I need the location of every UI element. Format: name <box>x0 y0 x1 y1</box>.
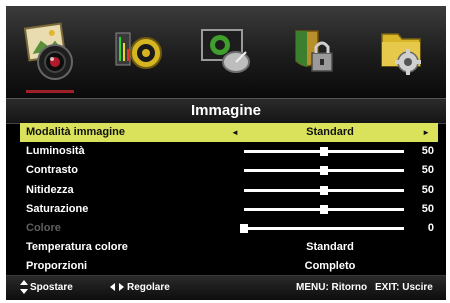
adjust-hint-label: Regolare <box>127 282 170 293</box>
color-slider-knob <box>240 223 248 233</box>
saturation-slider[interactable] <box>244 204 404 214</box>
sound-icon <box>115 32 162 69</box>
aspect-ratio-value: Completo <box>304 260 356 273</box>
sharpness-value: 50 <box>421 183 434 196</box>
picture-mode-label: Modalità immagine <box>26 126 126 138</box>
contrast-label: Contrasto <box>26 164 78 177</box>
up-down-arrows-icon <box>20 280 28 295</box>
sharpness-label: Nitidezza <box>26 183 74 196</box>
menu-title: Immagine <box>6 98 446 124</box>
footer-hints: Spostare Regolare MENU: Ritorno EXIT: Us… <box>6 275 446 300</box>
arrow-right-icon[interactable]: ► <box>422 123 430 142</box>
menu-icon-bar <box>6 6 446 98</box>
brightness-row[interactable]: Luminosità 50 <box>20 142 438 161</box>
color-label: Colore <box>26 221 61 234</box>
adjust-hint: Regolare <box>110 276 170 300</box>
contrast-slider[interactable] <box>244 166 404 176</box>
saturation-row[interactable]: Saturazione 50 <box>20 200 438 219</box>
tab-channel[interactable] <box>196 21 256 83</box>
sharpness-slider[interactable] <box>244 185 404 195</box>
brightness-value: 50 <box>421 145 434 158</box>
picture-mode-value: Standard <box>306 126 354 138</box>
picture-icon <box>23 22 73 80</box>
lock-icon <box>295 30 333 72</box>
move-hint: Spostare <box>20 276 73 300</box>
brightness-label: Luminosità <box>26 145 85 158</box>
sharpness-row[interactable]: Nitidezza 50 <box>20 181 438 200</box>
tab-picture[interactable] <box>20 21 80 93</box>
setup-icon <box>381 33 421 75</box>
tab-sound[interactable] <box>108 21 168 83</box>
tab-setup[interactable] <box>372 21 432 83</box>
color-row: Colore 0 <box>20 219 438 238</box>
menu-return-hint: MENU: Ritorno <box>296 282 368 293</box>
channel-icon <box>201 29 250 73</box>
brightness-slider[interactable] <box>244 147 404 157</box>
left-right-arrows-icon <box>110 283 124 292</box>
saturation-value: 50 <box>421 202 434 215</box>
saturation-slider-knob[interactable] <box>320 204 328 214</box>
color-temperature-row[interactable]: Temperatura colore Standard <box>20 238 438 257</box>
color-temperature-value: Standard <box>306 241 354 254</box>
move-hint-label: Spostare <box>30 282 73 293</box>
exit-hint: EXIT: Uscire <box>375 282 433 293</box>
tab-lock[interactable] <box>284 21 344 83</box>
color-temperature-label: Temperatura colore <box>26 241 128 254</box>
brightness-slider-knob[interactable] <box>320 147 328 157</box>
picture-mode-row[interactable]: Modalità immagine ◄ Standard ► <box>20 123 438 143</box>
picture-settings-list: Modalità immagine ◄ Standard ► Luminosit… <box>20 123 438 277</box>
aspect-ratio-row[interactable]: Proporzioni Completo <box>20 257 438 276</box>
arrow-left-icon[interactable]: ◄ <box>231 123 239 142</box>
color-slider <box>240 223 404 233</box>
saturation-label: Saturazione <box>26 202 89 215</box>
color-value: 0 <box>427 221 434 234</box>
tv-osd-menu: Immagine Modalità immagine ◄ Standard ► … <box>6 6 446 300</box>
contrast-row[interactable]: Contrasto 50 <box>20 161 438 180</box>
contrast-slider-knob[interactable] <box>320 166 328 176</box>
aspect-ratio-label: Proporzioni <box>26 260 88 273</box>
sharpness-slider-knob[interactable] <box>320 185 328 195</box>
contrast-value: 50 <box>421 164 434 177</box>
